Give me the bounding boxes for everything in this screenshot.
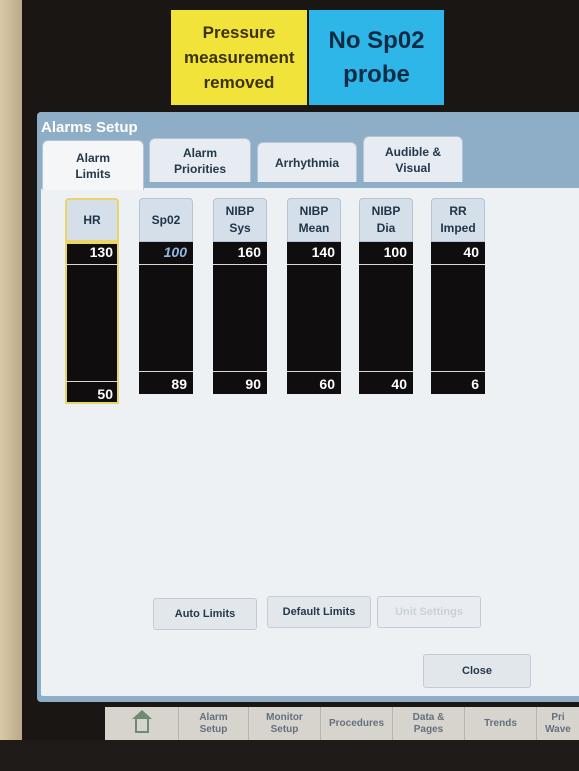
nav-data-pages[interactable]: Data & Pages	[393, 707, 465, 740]
nav-procedures[interactable]: Procedures	[321, 707, 393, 740]
monitor-screen: Pressure measurement removed No Sp02 pro…	[22, 0, 579, 742]
limit-column-rr-imped[interactable]: RR Imped 40 6	[431, 198, 485, 394]
nav-home-button[interactable]	[105, 707, 179, 740]
low-limit-value: 60	[319, 376, 335, 392]
column-header: NIBP Mean	[287, 198, 341, 242]
nav-pri-wave-label: Pri Wave	[545, 711, 571, 735]
low-limit-line	[287, 371, 341, 372]
high-limit-line	[431, 264, 485, 265]
high-limit-line	[65, 264, 119, 265]
tab-audible-visual-label: Audible & Visual	[385, 144, 441, 175]
low-limit-line	[431, 371, 485, 372]
alarm-limits-panel: HR 130 50 Sp02 100 89 NIBP Sys 160 90 NI…	[41, 188, 579, 696]
low-limit-line	[139, 371, 193, 372]
low-limit-value: 40	[391, 376, 407, 392]
monitor-bezel-left	[0, 0, 22, 771]
high-limit-value: 100	[383, 244, 407, 260]
close-button[interactable]: Close	[423, 654, 531, 688]
nav-pri-wave[interactable]: Pri Wave	[537, 707, 579, 740]
limit-column-spo2[interactable]: Sp02 100 89	[139, 198, 193, 394]
default-limits-button[interactable]: Default Limits	[267, 596, 371, 628]
alert-no-spo2-probe-text: No Sp02 probe	[328, 26, 425, 88]
limit-bar[interactable]: 160 90	[213, 242, 267, 394]
high-limit-value: 140	[311, 244, 335, 260]
column-header: HR	[65, 198, 119, 242]
limit-bar[interactable]: 100 89	[139, 242, 193, 394]
low-limit-value: 90	[245, 376, 261, 392]
high-limit-value: 100	[163, 244, 187, 260]
unit-settings-button[interactable]: Unit Settings	[377, 596, 481, 628]
low-limit-line	[65, 381, 119, 382]
low-limit-line	[359, 371, 413, 372]
nav-procedures-label: Procedures	[328, 717, 385, 729]
high-limit-value: 130	[89, 244, 113, 260]
nav-alarm-setup-label: Alarm Setup	[199, 711, 228, 735]
monitor-bezel-bottom	[0, 740, 579, 771]
column-header: NIBP Sys	[213, 198, 267, 242]
low-limit-value: 89	[171, 376, 187, 392]
limit-bar[interactable]: 100 40	[359, 242, 413, 394]
alarms-setup-dialog: Alarms Setup Alarm Limits Alarm Prioriti…	[37, 112, 579, 702]
home-icon	[131, 709, 152, 733]
low-limit-value: 6	[471, 376, 479, 392]
nav-trends[interactable]: Trends	[465, 707, 537, 740]
column-header: NIBP Dia	[359, 198, 413, 242]
nav-monitor-setup[interactable]: Monitor Setup	[249, 707, 321, 740]
nav-trends-label: Trends	[484, 717, 517, 729]
tab-audible-visual[interactable]: Audible & Visual	[363, 136, 463, 182]
limit-column-nibp-sys[interactable]: NIBP Sys 160 90	[213, 198, 267, 394]
tab-alarm-priorities[interactable]: Alarm Priorities	[149, 138, 251, 182]
limit-column-nibp-dia[interactable]: NIBP Dia 100 40	[359, 198, 413, 394]
limit-column-hr[interactable]: HR 130 50	[65, 198, 119, 404]
alert-no-spo2-probe[interactable]: No Sp02 probe	[309, 10, 444, 105]
limit-column-nibp-mean[interactable]: NIBP Mean 140 60	[287, 198, 341, 394]
limit-bar[interactable]: 130 50	[65, 242, 119, 404]
high-limit-line	[287, 264, 341, 265]
tab-alarm-priorities-label: Alarm Priorities	[173, 145, 227, 176]
high-limit-line	[139, 264, 193, 265]
high-limit-value: 160	[237, 244, 261, 260]
low-limit-value: 50	[97, 386, 113, 402]
alert-pressure-removed-text: Pressure measurement removed	[184, 23, 295, 92]
limit-bar[interactable]: 140 60	[287, 242, 341, 394]
dialog-title: Alarms Setup	[41, 119, 138, 136]
auto-limits-button[interactable]: Auto Limits	[153, 598, 257, 630]
high-limit-line	[213, 264, 267, 265]
bottom-nav-bar: Alarm Setup Monitor Setup Procedures Dat…	[105, 707, 579, 740]
alert-pressure-removed[interactable]: Pressure measurement removed	[171, 10, 307, 105]
tab-alarm-limits-label: Alarm Limits	[75, 150, 111, 181]
tab-arrhythmia[interactable]: Arrhythmia	[257, 142, 357, 182]
high-limit-value: 40	[463, 244, 479, 260]
column-header: Sp02	[139, 198, 193, 242]
nav-data-pages-label: Data & Pages	[412, 711, 445, 735]
tab-arrhythmia-label: Arrhythmia	[274, 155, 339, 170]
low-limit-line	[213, 371, 267, 372]
column-header: RR Imped	[431, 198, 485, 242]
high-limit-line	[359, 264, 413, 265]
limit-bar[interactable]: 40 6	[431, 242, 485, 394]
nav-alarm-setup[interactable]: Alarm Setup	[179, 707, 249, 740]
tab-alarm-limits[interactable]: Alarm Limits	[42, 140, 144, 190]
nav-monitor-setup-label: Monitor Setup	[266, 711, 303, 735]
